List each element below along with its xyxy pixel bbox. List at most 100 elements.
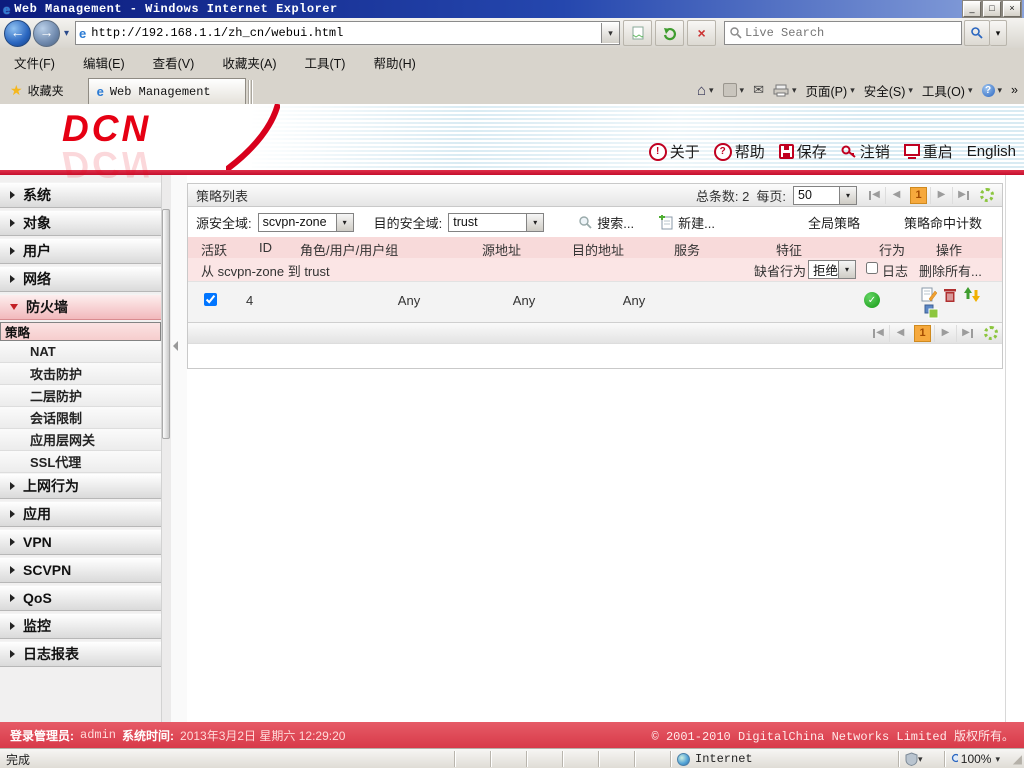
protected-mode-pane[interactable]: ▾ bbox=[898, 751, 944, 767]
sidebar-item-log-report[interactable]: 日志报表 bbox=[0, 641, 161, 667]
per-page-select[interactable]: 50 ▾ bbox=[793, 185, 857, 205]
home-button[interactable]: ⌂ ▾ bbox=[697, 82, 714, 99]
sidebar-item-scvpn[interactable]: SCVPN bbox=[0, 557, 161, 583]
policy-hit-count-link[interactable]: 策略命中计数 bbox=[904, 213, 982, 232]
sidebar-item-network[interactable]: 网络 bbox=[0, 266, 161, 292]
prev-page-button[interactable]: ◀ bbox=[889, 324, 911, 342]
page-menu-button[interactable]: 页面(P) ▾ bbox=[806, 81, 855, 100]
dst-zone-select[interactable]: trust ▾ bbox=[448, 212, 545, 232]
url-text[interactable]: http://192.168.1.1/zh_cn/webui.html bbox=[91, 26, 343, 40]
delete-icon[interactable] bbox=[943, 287, 957, 303]
save-button[interactable]: 保存 bbox=[778, 141, 827, 162]
search-options-button[interactable]: ▾ bbox=[990, 20, 1008, 46]
refresh-button[interactable] bbox=[655, 20, 685, 46]
first-page-button[interactable]: ◀ bbox=[864, 187, 885, 204]
print-button[interactable]: ▾ bbox=[773, 84, 797, 97]
search-go-button[interactable] bbox=[964, 20, 991, 46]
sidebar-subitem-ssl-proxy[interactable]: SSL代理 bbox=[0, 451, 161, 473]
copyright-text: © 2001-2010 DigitalChina Networks Limite… bbox=[651, 729, 1014, 744]
refresh-list-icon[interactable] bbox=[980, 188, 994, 202]
last-page-button[interactable]: ▶ bbox=[952, 186, 974, 204]
sidebar-item-web-behavior[interactable]: 上网行为 bbox=[0, 473, 161, 499]
menu-view[interactable]: 查看(V) bbox=[153, 53, 195, 72]
menu-edit[interactable]: 编辑(E) bbox=[83, 53, 125, 72]
search-box[interactable] bbox=[724, 21, 963, 45]
sidebar-subitem-alg[interactable]: 应用层网关 bbox=[0, 429, 161, 451]
search-input[interactable] bbox=[743, 25, 938, 41]
first-page-icon: ◀ bbox=[876, 327, 884, 338]
resize-grip-icon[interactable]: ◢ bbox=[1006, 752, 1024, 766]
current-page-badge[interactable]: 1 bbox=[914, 324, 931, 342]
menu-file[interactable]: 文件(F) bbox=[14, 53, 55, 72]
search-policy-button[interactable]: 搜索... bbox=[578, 213, 634, 232]
col-action: 行为 bbox=[879, 243, 906, 258]
copy-icon[interactable] bbox=[924, 304, 939, 319]
sidebar-scrollbar-thumb[interactable] bbox=[162, 209, 170, 439]
sidebar-splitter[interactable] bbox=[171, 175, 187, 722]
favorites-button[interactable]: ★ 收藏夹 bbox=[0, 76, 74, 104]
sidebar-item-objects[interactable]: 对象 bbox=[0, 210, 161, 236]
menu-tools[interactable]: 工具(T) bbox=[304, 53, 345, 72]
status-pane bbox=[562, 751, 598, 767]
edit-icon[interactable] bbox=[921, 287, 937, 303]
compatibility-view-button[interactable] bbox=[623, 20, 653, 46]
sidebar-subitem-layer2-protection[interactable]: 二层防护 bbox=[0, 385, 161, 407]
tab-web-management[interactable]: e Web Management bbox=[87, 78, 246, 104]
src-zone-select[interactable]: scvpn-zone ▾ bbox=[257, 212, 354, 232]
new-policy-label: 新建... bbox=[678, 215, 715, 231]
restart-button[interactable]: 重启 bbox=[903, 141, 953, 162]
next-page-button[interactable]: ▶ bbox=[930, 186, 952, 204]
sidebar-item-application[interactable]: 应用 bbox=[0, 501, 161, 527]
sidebar-subitem-session-limit[interactable]: 会话限制 bbox=[0, 407, 161, 429]
address-bar[interactable]: e http://192.168.1.1/zh_cn/webui.html ▾ bbox=[75, 21, 621, 45]
menu-help[interactable]: 帮助(H) bbox=[373, 53, 415, 72]
minimize-button[interactable]: _ bbox=[963, 1, 981, 17]
sidebar-item-users[interactable]: 用户 bbox=[0, 238, 161, 264]
toolbar-overflow-chevron[interactable]: » bbox=[1011, 83, 1018, 97]
sidebar-item-system[interactable]: 系统 bbox=[0, 182, 161, 208]
logout-button[interactable]: 注销 bbox=[841, 141, 890, 162]
read-mail-button[interactable]: ✉ bbox=[753, 82, 764, 98]
next-page-button[interactable]: ▶ bbox=[934, 324, 956, 342]
menu-favorites[interactable]: 收藏夹(A) bbox=[222, 53, 276, 72]
safety-menu-button[interactable]: 安全(S) ▾ bbox=[864, 81, 913, 100]
sidebar-item-monitor[interactable]: 监控 bbox=[0, 613, 161, 639]
address-dropdown-button[interactable]: ▾ bbox=[601, 23, 620, 43]
row-active-checkbox[interactable] bbox=[204, 293, 217, 306]
pagination-top: ◀ ◀ 1 ▶ ▶ bbox=[864, 186, 994, 204]
ie-help-button[interactable]: ? ▾ bbox=[981, 83, 1002, 97]
last-page-button[interactable]: ▶ bbox=[956, 324, 978, 342]
maximize-button[interactable]: □ bbox=[983, 1, 1001, 17]
tools-menu-button[interactable]: 工具(O) ▾ bbox=[922, 81, 973, 100]
forward-button[interactable]: → bbox=[33, 19, 60, 47]
feeds-button[interactable]: ▾ bbox=[722, 83, 744, 97]
stop-button[interactable]: × bbox=[687, 20, 717, 46]
zoom-caret-icon: ▾ bbox=[995, 753, 1000, 764]
sidebar-subitem-nat[interactable]: NAT bbox=[0, 341, 161, 363]
help-button[interactable]: ? 帮助 bbox=[713, 141, 765, 162]
zoom-pane[interactable]: 100% ▾ bbox=[944, 751, 1006, 767]
language-toggle[interactable]: English bbox=[967, 143, 1016, 160]
sidebar-subitem-attack-protection[interactable]: 攻击防护 bbox=[0, 363, 161, 385]
first-page-button[interactable]: ◀ bbox=[868, 325, 889, 342]
current-page-badge[interactable]: 1 bbox=[910, 186, 927, 204]
new-policy-button[interactable]: 新建... bbox=[658, 213, 715, 232]
global-policy-link[interactable]: 全局策略 bbox=[808, 213, 860, 232]
back-button[interactable]: ← bbox=[4, 19, 31, 47]
history-dropdown-icon[interactable]: ▾ bbox=[64, 28, 69, 39]
move-icon[interactable] bbox=[963, 286, 981, 303]
close-button[interactable]: × bbox=[1003, 1, 1021, 17]
sidebar-item-firewall[interactable]: 防火墙 bbox=[0, 294, 161, 320]
collapse-sidebar-icon[interactable] bbox=[173, 341, 178, 351]
default-action-select[interactable]: 拒绝 ▾ bbox=[808, 260, 856, 279]
log-checkbox[interactable] bbox=[866, 262, 878, 274]
sidebar-item-vpn[interactable]: VPN bbox=[0, 529, 161, 555]
policy-row[interactable]: 4 Any Any Any ✓ bbox=[188, 281, 1002, 322]
refresh-list-icon[interactable] bbox=[984, 326, 998, 340]
prev-page-button[interactable]: ◀ bbox=[885, 186, 907, 204]
about-button[interactable]: ! 关于 bbox=[648, 141, 700, 162]
sidebar-subitem-policy[interactable]: 策略 bbox=[0, 322, 161, 341]
delete-all-link[interactable]: 删除所有... bbox=[919, 261, 982, 280]
sidebar-item-qos[interactable]: QoS bbox=[0, 585, 161, 611]
col-role-user: 角色/用户/用户组 bbox=[300, 243, 399, 258]
